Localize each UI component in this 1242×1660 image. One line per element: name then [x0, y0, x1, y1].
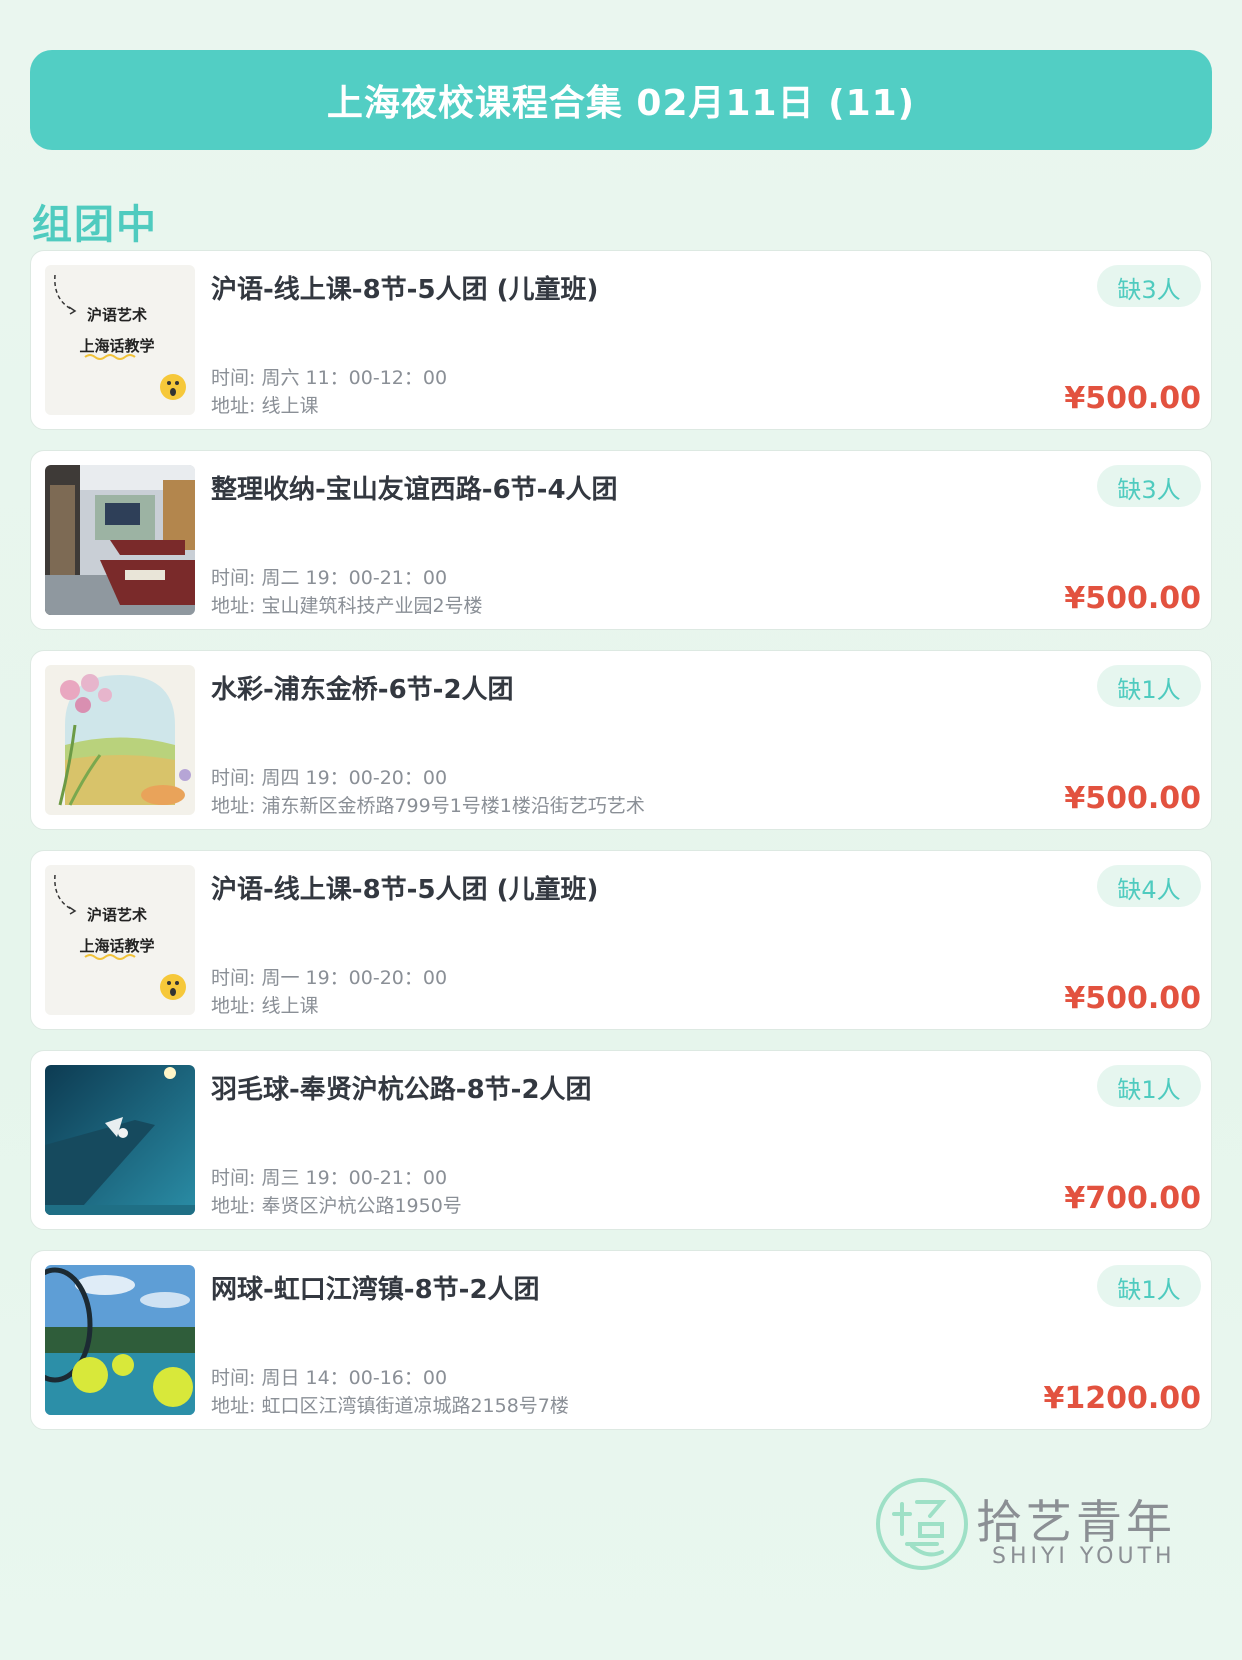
course-time: 时间: 周六 11：00-12：00 — [211, 367, 448, 389]
course-price: ¥500.00 — [1064, 581, 1201, 616]
course-address: 地址: 奉贤区沪杭公路1950号 — [211, 1195, 462, 1217]
spots-left-badge: 缺4人 — [1097, 865, 1201, 907]
svg-text:沪语艺术: 沪语艺术 — [87, 306, 147, 324]
logo-text-en: SHIYI YOUTH — [992, 1544, 1176, 1569]
course-thumbnail: 沪语艺术 上海话教学 — [45, 265, 195, 415]
shanghainese-art-icon: 沪语艺术 上海话教学 — [45, 265, 195, 415]
course-time: 时间: 周三 19：00-21：00 — [211, 1167, 448, 1189]
course-price: ¥500.00 — [1064, 781, 1201, 816]
course-card[interactable]: 沪语艺术 上海话教学 沪语-线上课-8节-5人团 (儿童班) 时间: 周六 11… — [30, 250, 1212, 430]
course-title: 水彩-浦东金桥-6节-2人团 — [211, 675, 514, 705]
course-address: 地址: 宝山建筑科技产业园2号楼 — [211, 595, 483, 617]
section-title: 组团中 — [32, 202, 158, 248]
course-thumbnail — [45, 665, 195, 815]
course-time: 时间: 周四 19：00-20：00 — [211, 767, 448, 789]
course-price: ¥1200.00 — [1043, 1381, 1201, 1416]
course-time: 时间: 周一 19：00-20：00 — [211, 967, 448, 989]
logo-text-cn: 拾艺青年 — [976, 1495, 1176, 1549]
course-title: 羽毛球-奉贤沪杭公路-8节-2人团 — [211, 1075, 592, 1105]
shanghainese-art-icon: 沪语艺术 上海话教学 — [45, 865, 195, 1015]
course-title: 整理收纳-宝山友谊西路-6节-4人团 — [211, 475, 618, 505]
course-card[interactable]: 沪语艺术 上海话教学 沪语-线上课-8节-5人团 (儿童班) 时间: 周一 19… — [30, 850, 1212, 1030]
course-time: 时间: 周日 14：00-16：00 — [211, 1367, 448, 1389]
svg-text:上海话教学: 上海话教学 — [79, 337, 154, 355]
course-address: 地址: 线上课 — [211, 395, 319, 417]
spots-left-badge: 缺3人 — [1097, 465, 1201, 507]
course-price: ¥500.00 — [1064, 381, 1201, 416]
course-time: 时间: 周二 19：00-21：00 — [211, 567, 448, 589]
course-price: ¥700.00 — [1064, 1181, 1201, 1216]
course-price: ¥500.00 — [1064, 981, 1201, 1016]
course-card[interactable]: 羽毛球-奉贤沪杭公路-8节-2人团 时间: 周三 19：00-21：00 地址:… — [30, 1050, 1212, 1230]
shiyi-logo-icon — [876, 1478, 968, 1570]
course-card[interactable]: 整理收纳-宝山友谊西路-6节-4人团 时间: 周二 19：00-21：00 地址… — [30, 450, 1212, 630]
svg-text:沪语艺术: 沪语艺术 — [87, 906, 147, 924]
course-title: 沪语-线上课-8节-5人团 (儿童班) — [211, 275, 599, 305]
svg-text:上海话教学: 上海话教学 — [79, 937, 154, 955]
page-title: 上海夜校课程合集 02月11日 (11) — [326, 83, 916, 124]
badminton-photo — [45, 1065, 195, 1215]
course-title: 沪语-线上课-8节-5人团 (儿童班) — [211, 875, 599, 905]
spots-left-badge: 缺1人 — [1097, 1265, 1201, 1307]
course-title: 网球-虹口江湾镇-8节-2人团 — [211, 1275, 540, 1305]
spots-left-badge: 缺1人 — [1097, 1065, 1201, 1107]
course-address: 地址: 线上课 — [211, 995, 319, 1017]
course-list: 沪语艺术 上海话教学 沪语-线上课-8节-5人团 (儿童班) 时间: 周六 11… — [30, 250, 1212, 1450]
course-card[interactable]: 网球-虹口江湾镇-8节-2人团 时间: 周日 14：00-16：00 地址: 虹… — [30, 1250, 1212, 1430]
course-thumbnail — [45, 1065, 195, 1215]
watercolor-painting — [45, 665, 195, 815]
course-thumbnail — [45, 1265, 195, 1415]
spots-left-badge: 缺3人 — [1097, 265, 1201, 307]
course-address: 地址: 浦东新区金桥路799号1号楼1楼沿街艺巧艺术 — [211, 795, 645, 817]
header-banner: 上海夜校课程合集 02月11日 (11) — [30, 50, 1212, 150]
course-card[interactable]: 水彩-浦东金桥-6节-2人团 时间: 周四 19：00-20：00 地址: 浦东… — [30, 650, 1212, 830]
course-thumbnail: 沪语艺术 上海话教学 — [45, 865, 195, 1015]
spots-left-badge: 缺1人 — [1097, 665, 1201, 707]
course-thumbnail — [45, 465, 195, 615]
course-address: 地址: 虹口区江湾镇街道凉城路2158号7楼 — [211, 1395, 569, 1417]
classroom-photo — [45, 465, 195, 615]
tennis-photo — [45, 1265, 195, 1415]
brand-logo: 拾艺青年 SHIYI YOUTH — [872, 1474, 1232, 1584]
